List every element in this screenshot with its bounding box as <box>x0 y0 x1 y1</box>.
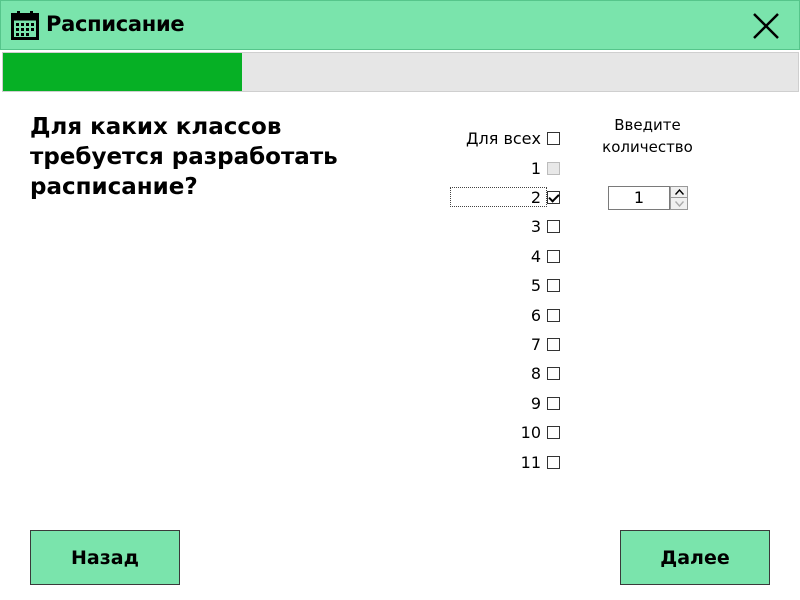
class-label: 3 <box>530 217 541 237</box>
class-label: 7 <box>530 334 541 354</box>
class-label: 9 <box>530 393 541 413</box>
back-button[interactable]: Назад <box>30 530 180 585</box>
calendar-icon <box>11 11 39 40</box>
class-row-8[interactable]: 8 <box>531 363 560 385</box>
class-row-4[interactable]: 4 <box>531 245 560 267</box>
class-row-6[interactable]: 6 <box>531 304 560 326</box>
check-all-row[interactable]: Для всех <box>466 127 560 149</box>
quantity-stepper[interactable]: 1 <box>608 186 689 210</box>
chevron-down-icon <box>674 200 684 207</box>
increment-button[interactable] <box>670 186 688 198</box>
window-title: Расписание <box>46 12 185 36</box>
class-checkbox-11[interactable] <box>547 455 560 469</box>
class-checkbox-8[interactable] <box>547 367 560 381</box>
class-checkbox-5[interactable] <box>547 279 560 293</box>
close-icon[interactable] <box>749 9 783 43</box>
class-row-11[interactable]: 11 <box>521 451 560 473</box>
class-label: 4 <box>530 246 541 266</box>
quantity-label-line2: количество <box>602 138 693 156</box>
class-row-9[interactable]: 9 <box>531 392 560 414</box>
class-row-3[interactable]: 3 <box>531 216 560 238</box>
class-label: 11 <box>520 452 541 472</box>
class-checkbox-2[interactable] <box>547 190 560 204</box>
class-label: 6 <box>530 305 541 325</box>
class-checkbox-4[interactable] <box>547 249 560 263</box>
class-label: 2 <box>530 187 541 207</box>
class-checkbox-3[interactable] <box>547 220 560 234</box>
class-row-7[interactable]: 7 <box>531 333 560 355</box>
class-checkbox-7[interactable] <box>547 337 560 351</box>
chevron-up-icon <box>674 189 684 195</box>
progress-bar <box>2 52 799 92</box>
class-label: 10 <box>520 423 541 443</box>
class-checkbox-10[interactable] <box>547 426 560 440</box>
title-bar: Расписание <box>0 0 800 50</box>
question-text: Для каких классов требуется разработать … <box>30 114 338 200</box>
class-checkbox-9[interactable] <box>547 396 560 410</box>
next-button[interactable]: Далее <box>620 530 770 585</box>
class-checkbox-6[interactable] <box>547 308 560 322</box>
class-label: 5 <box>530 276 541 296</box>
class-row-2[interactable]: 2 <box>531 186 560 208</box>
class-row-5[interactable]: 5 <box>531 275 560 297</box>
class-checkbox-1 <box>547 161 560 175</box>
quantity-label: Введите количество <box>590 114 705 158</box>
decrement-button[interactable] <box>670 198 688 210</box>
quantity-label-line1: Введите <box>614 116 681 134</box>
check-all-checkbox[interactable] <box>547 131 560 145</box>
class-row-10[interactable]: 10 <box>521 422 560 444</box>
check-all-label: Для всех <box>466 128 541 148</box>
class-label: 1 <box>530 158 541 178</box>
class-row-1: 1 <box>531 157 560 179</box>
class-label: 8 <box>530 364 541 384</box>
quantity-input[interactable]: 1 <box>608 186 670 210</box>
progress-fill <box>3 53 242 91</box>
